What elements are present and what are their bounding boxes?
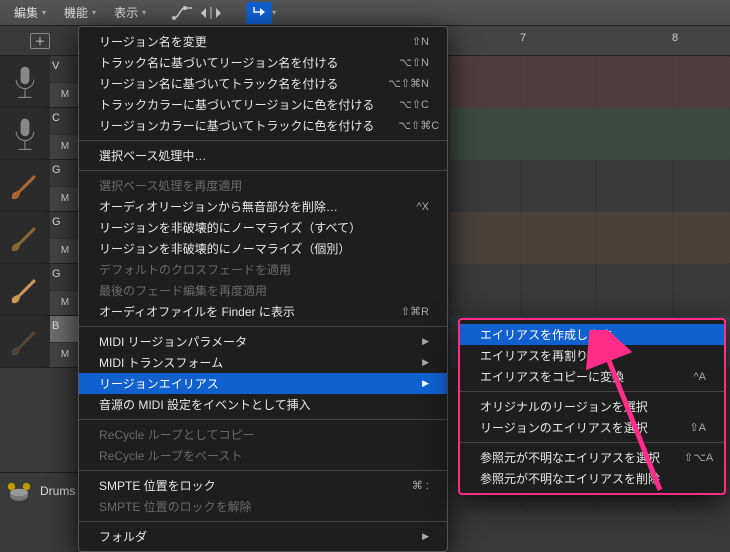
track-row[interactable]: BM	[0, 316, 80, 368]
track-icon	[0, 316, 50, 367]
track-name: V	[50, 56, 80, 82]
menu-separator	[79, 170, 447, 171]
submenu-arrow-icon: ▶	[422, 378, 429, 389]
catch-playhead-icon[interactable]	[246, 2, 272, 24]
menu-item-strip-silence[interactable]: オーディオリージョンから無音部分を削除…^X	[79, 196, 447, 217]
mute-button[interactable]: M	[50, 82, 80, 107]
ruler-mark-7: 7	[520, 32, 526, 44]
edit-label: 編集	[14, 4, 38, 21]
track-name: Drums	[40, 484, 75, 498]
chevron-down-icon: ▾	[142, 8, 146, 17]
menu-item-show-in-finder[interactable]: オーディオファイルを Finder に表示⇧⌘R	[79, 301, 447, 322]
track-icon	[0, 212, 50, 263]
menu-separator	[79, 326, 447, 327]
track-icon	[0, 160, 50, 211]
add-track-button[interactable]: ＋	[30, 33, 50, 49]
menu-separator	[79, 419, 447, 420]
region[interactable]	[450, 212, 730, 264]
mute-button[interactable]: M	[50, 290, 80, 315]
submenu-item-reassign-alias[interactable]: エイリアスを再割り当て	[460, 345, 724, 366]
add-track-row: ＋	[0, 26, 80, 56]
chevron-down-icon: ▾	[272, 8, 276, 17]
mute-button[interactable]: M	[50, 186, 80, 211]
menu-item-reapply-sel-process: 選択ベース処理を再度適用	[79, 175, 447, 196]
menu-item-midi-transform[interactable]: MIDI トランスフォーム▶	[79, 352, 447, 373]
menu-item-reapply-fade: 最後のフェード編集を再度適用	[79, 280, 447, 301]
menu-separator	[79, 521, 447, 522]
menu-item-normalize-each[interactable]: リージョンを非破壊的にノーマライズ（個別）	[79, 238, 447, 259]
submenu-item-select-aliases[interactable]: リージョンのエイリアスを選択⇧A	[460, 417, 724, 438]
submenu-item-convert-alias-to-copy[interactable]: エイリアスをコピーに変換^A	[460, 366, 724, 387]
menu-separator	[79, 140, 447, 141]
menu-item-folder[interactable]: フォルダ▶	[79, 526, 447, 547]
menu-separator	[460, 391, 724, 392]
menu-item-midi-region-params[interactable]: MIDI リージョンパラメータ▶	[79, 331, 447, 352]
menu-item-default-crossfade: デフォルトのクロスフェードを適用	[79, 259, 447, 280]
function-dropdown-menu: リージョン名を変更⇧N トラック名に基づいてリージョン名を付ける⌥⇧N リージョ…	[78, 26, 448, 552]
track-row[interactable]: CM	[0, 108, 80, 160]
flex-icon[interactable]	[198, 2, 224, 24]
track-name: G	[50, 160, 80, 186]
menu-separator	[460, 442, 724, 443]
track-icon	[0, 56, 50, 107]
drums-icon	[4, 476, 34, 506]
menu-item-region-alias[interactable]: リージョンエイリアス▶	[79, 373, 447, 394]
menu-item-copy-recycle: ReCycle ループとしてコピー	[79, 424, 447, 445]
function-menu-button[interactable]: 機能 ▾	[56, 1, 104, 24]
automation-curve-icon[interactable]	[170, 2, 196, 24]
region[interactable]	[450, 108, 730, 160]
chevron-down-icon: ▾	[42, 8, 46, 17]
track-name: C	[50, 108, 80, 134]
track-list: ＋ VM CM GM GM GM BM	[0, 26, 80, 368]
submenu-arrow-icon: ▶	[422, 357, 429, 368]
view-menu-button[interactable]: 表示 ▾	[106, 1, 154, 24]
submenu-item-create-alias[interactable]: エイリアスを作成します	[460, 324, 724, 345]
track-icon	[0, 264, 50, 315]
submenu-item-select-original[interactable]: オリジナルのリージョンを選択	[460, 396, 724, 417]
submenu-item-delete-orphan[interactable]: 参照元が不明なエイリアスを削除	[460, 468, 724, 489]
ruler-mark-8: 8	[672, 32, 678, 44]
edit-menu-button[interactable]: 編集 ▾	[6, 1, 54, 24]
function-label: 機能	[64, 4, 88, 21]
menu-item-rename-region[interactable]: リージョン名を変更⇧N	[79, 31, 447, 52]
menu-item-color-region-by-track[interactable]: トラックカラーに基づいてリージョンに色を付ける⌥⇧C	[79, 94, 447, 115]
menu-item-color-track-by-region[interactable]: リージョンカラーに基づいてトラックに色を付ける⌥⇧⌘C	[79, 115, 447, 136]
menu-item-unlock-smpte: SMPTE 位置のロックを解除	[79, 496, 447, 517]
track-row[interactable]: VM	[0, 56, 80, 108]
menu-item-lock-smpte[interactable]: SMPTE 位置をロック⌘ :	[79, 475, 447, 496]
submenu-item-select-orphan[interactable]: 参照元が不明なエイリアスを選択⇧⌥A	[460, 447, 724, 468]
menu-item-name-region-by-track[interactable]: トラック名に基づいてリージョン名を付ける⌥⇧N	[79, 52, 447, 73]
view-label: 表示	[114, 4, 138, 21]
chevron-down-icon: ▾	[92, 8, 96, 17]
mute-button[interactable]: M	[50, 342, 80, 367]
mute-button[interactable]: M	[50, 238, 80, 263]
track-icon	[0, 108, 50, 159]
track-name: B	[50, 316, 80, 342]
submenu-arrow-icon: ▶	[422, 336, 429, 347]
menu-separator	[79, 470, 447, 471]
region-alias-submenu: エイリアスを作成します エイリアスを再割り当て エイリアスをコピーに変換^A オ…	[458, 318, 726, 495]
track-name: G	[50, 212, 80, 238]
track-name: G	[50, 264, 80, 290]
menu-item-normalize-all[interactable]: リージョンを非破壊的にノーマライズ（すべて）	[79, 217, 447, 238]
menu-item-insert-instrument-midi[interactable]: 音源の MIDI 設定をイベントとして挿入	[79, 394, 447, 415]
menu-item-paste-recycle: ReCycle ループをペースト	[79, 445, 447, 466]
track-row[interactable]: GM	[0, 212, 80, 264]
region[interactable]	[450, 56, 730, 108]
track-row[interactable]: GM	[0, 160, 80, 212]
submenu-arrow-icon: ▶	[422, 531, 429, 542]
menu-item-selection-based-processing[interactable]: 選択ベース処理中…	[79, 145, 447, 166]
menu-item-name-track-by-region[interactable]: リージョン名に基づいてトラック名を付ける⌥⇧⌘N	[79, 73, 447, 94]
track-row[interactable]: GM	[0, 264, 80, 316]
top-toolbar: 編集 ▾ 機能 ▾ 表示 ▾ ▾	[0, 0, 730, 26]
mute-button[interactable]: M	[50, 134, 80, 159]
